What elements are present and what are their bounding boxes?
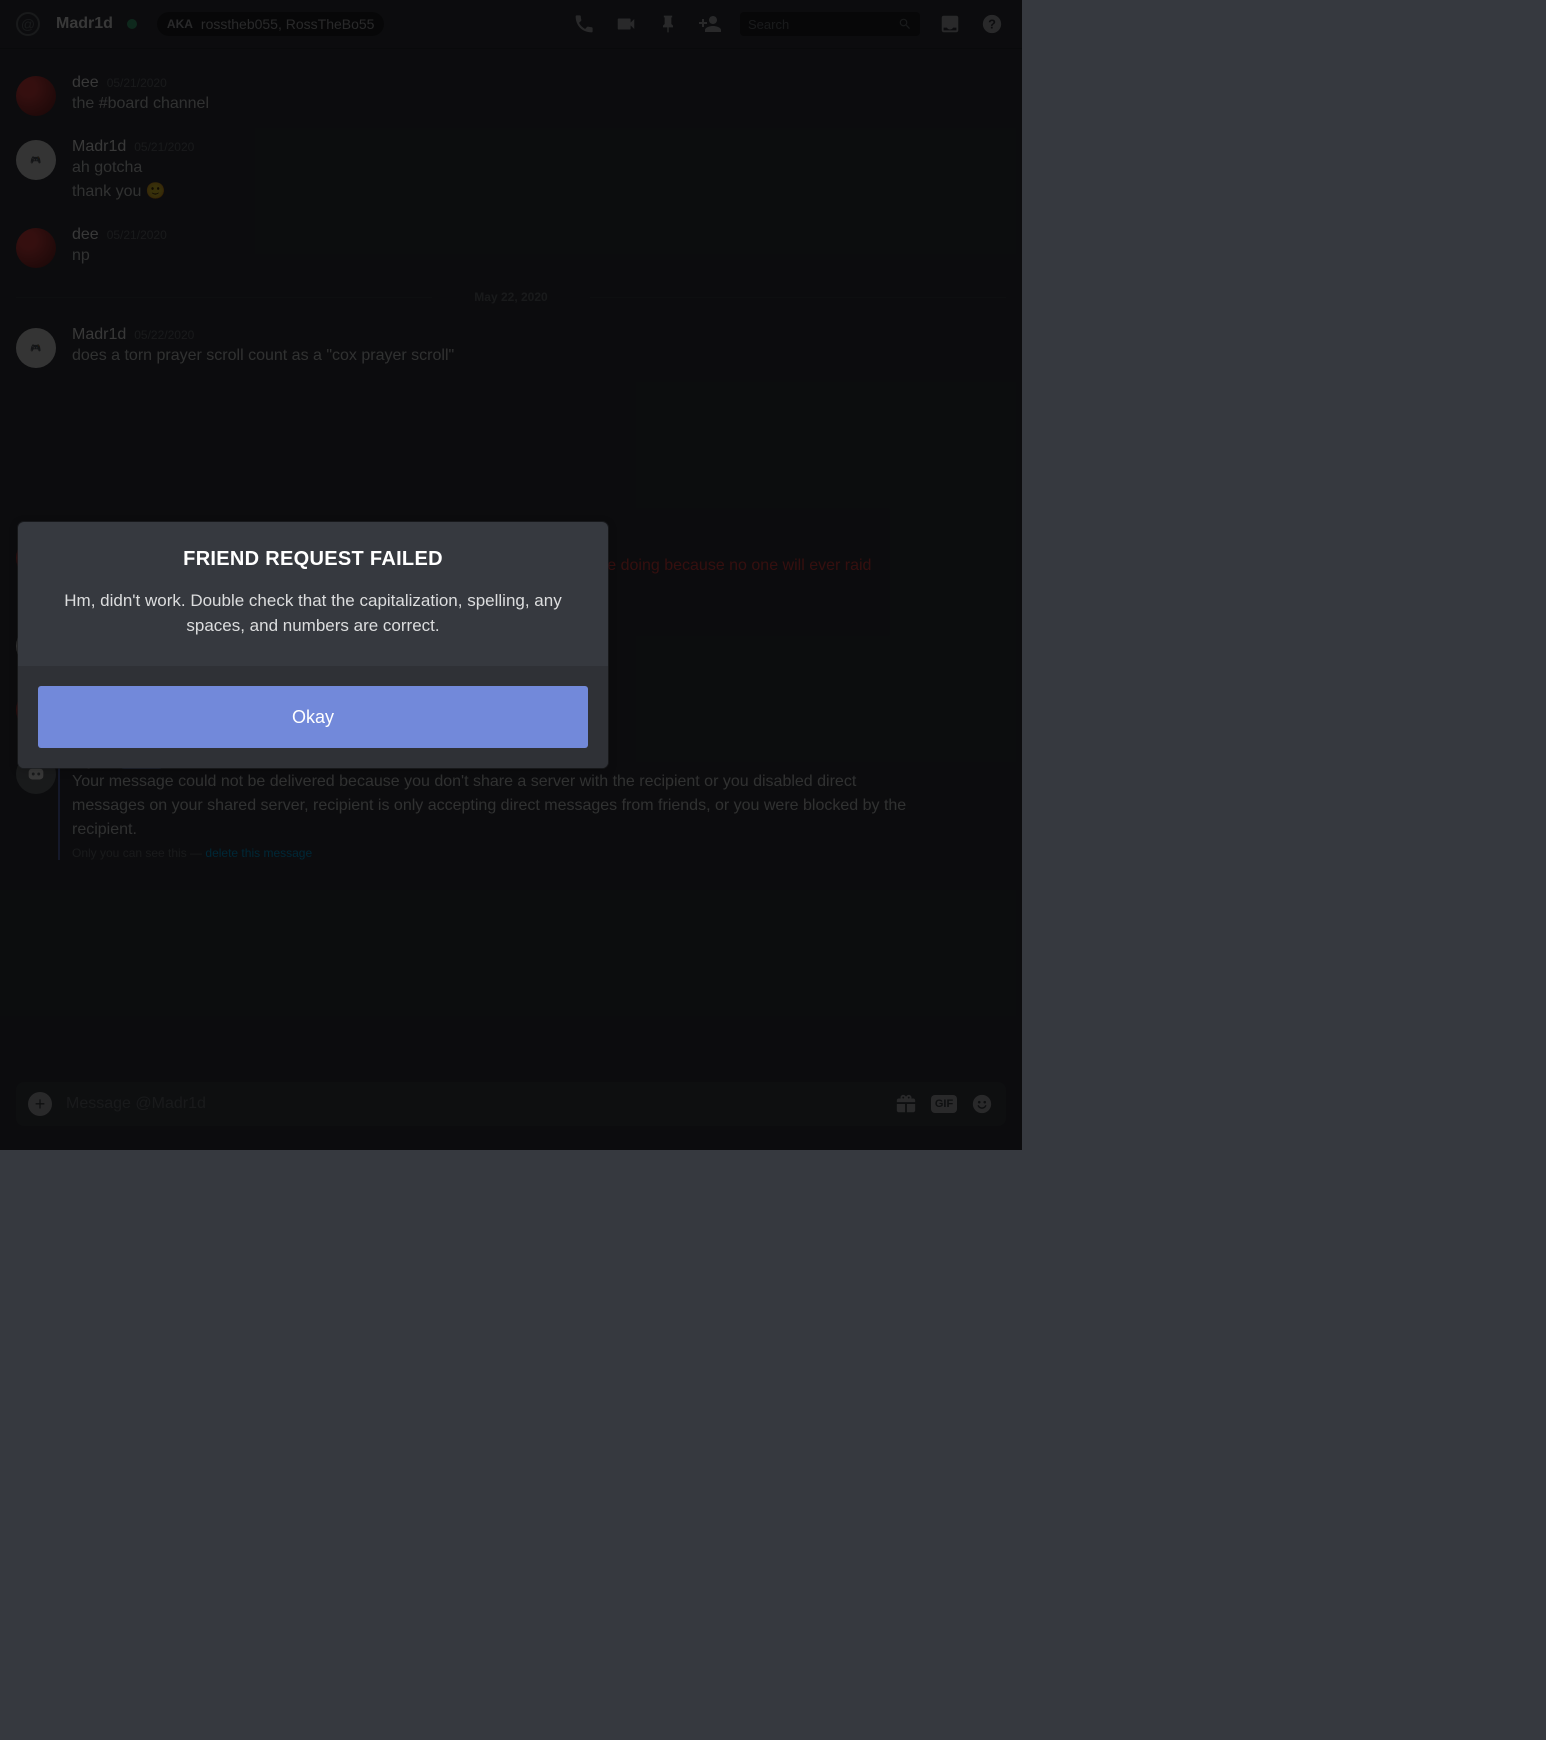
modal-body: Hm, didn't work. Double check that the c… bbox=[46, 589, 580, 638]
modal-title: FRIEND REQUEST FAILED bbox=[46, 548, 580, 571]
modal-overlay[interactable]: FRIEND REQUEST FAILED Hm, didn't work. D… bbox=[0, 0, 1022, 1150]
friend-request-failed-modal: FRIEND REQUEST FAILED Hm, didn't work. D… bbox=[18, 522, 608, 768]
okay-button[interactable]: Okay bbox=[38, 686, 588, 748]
